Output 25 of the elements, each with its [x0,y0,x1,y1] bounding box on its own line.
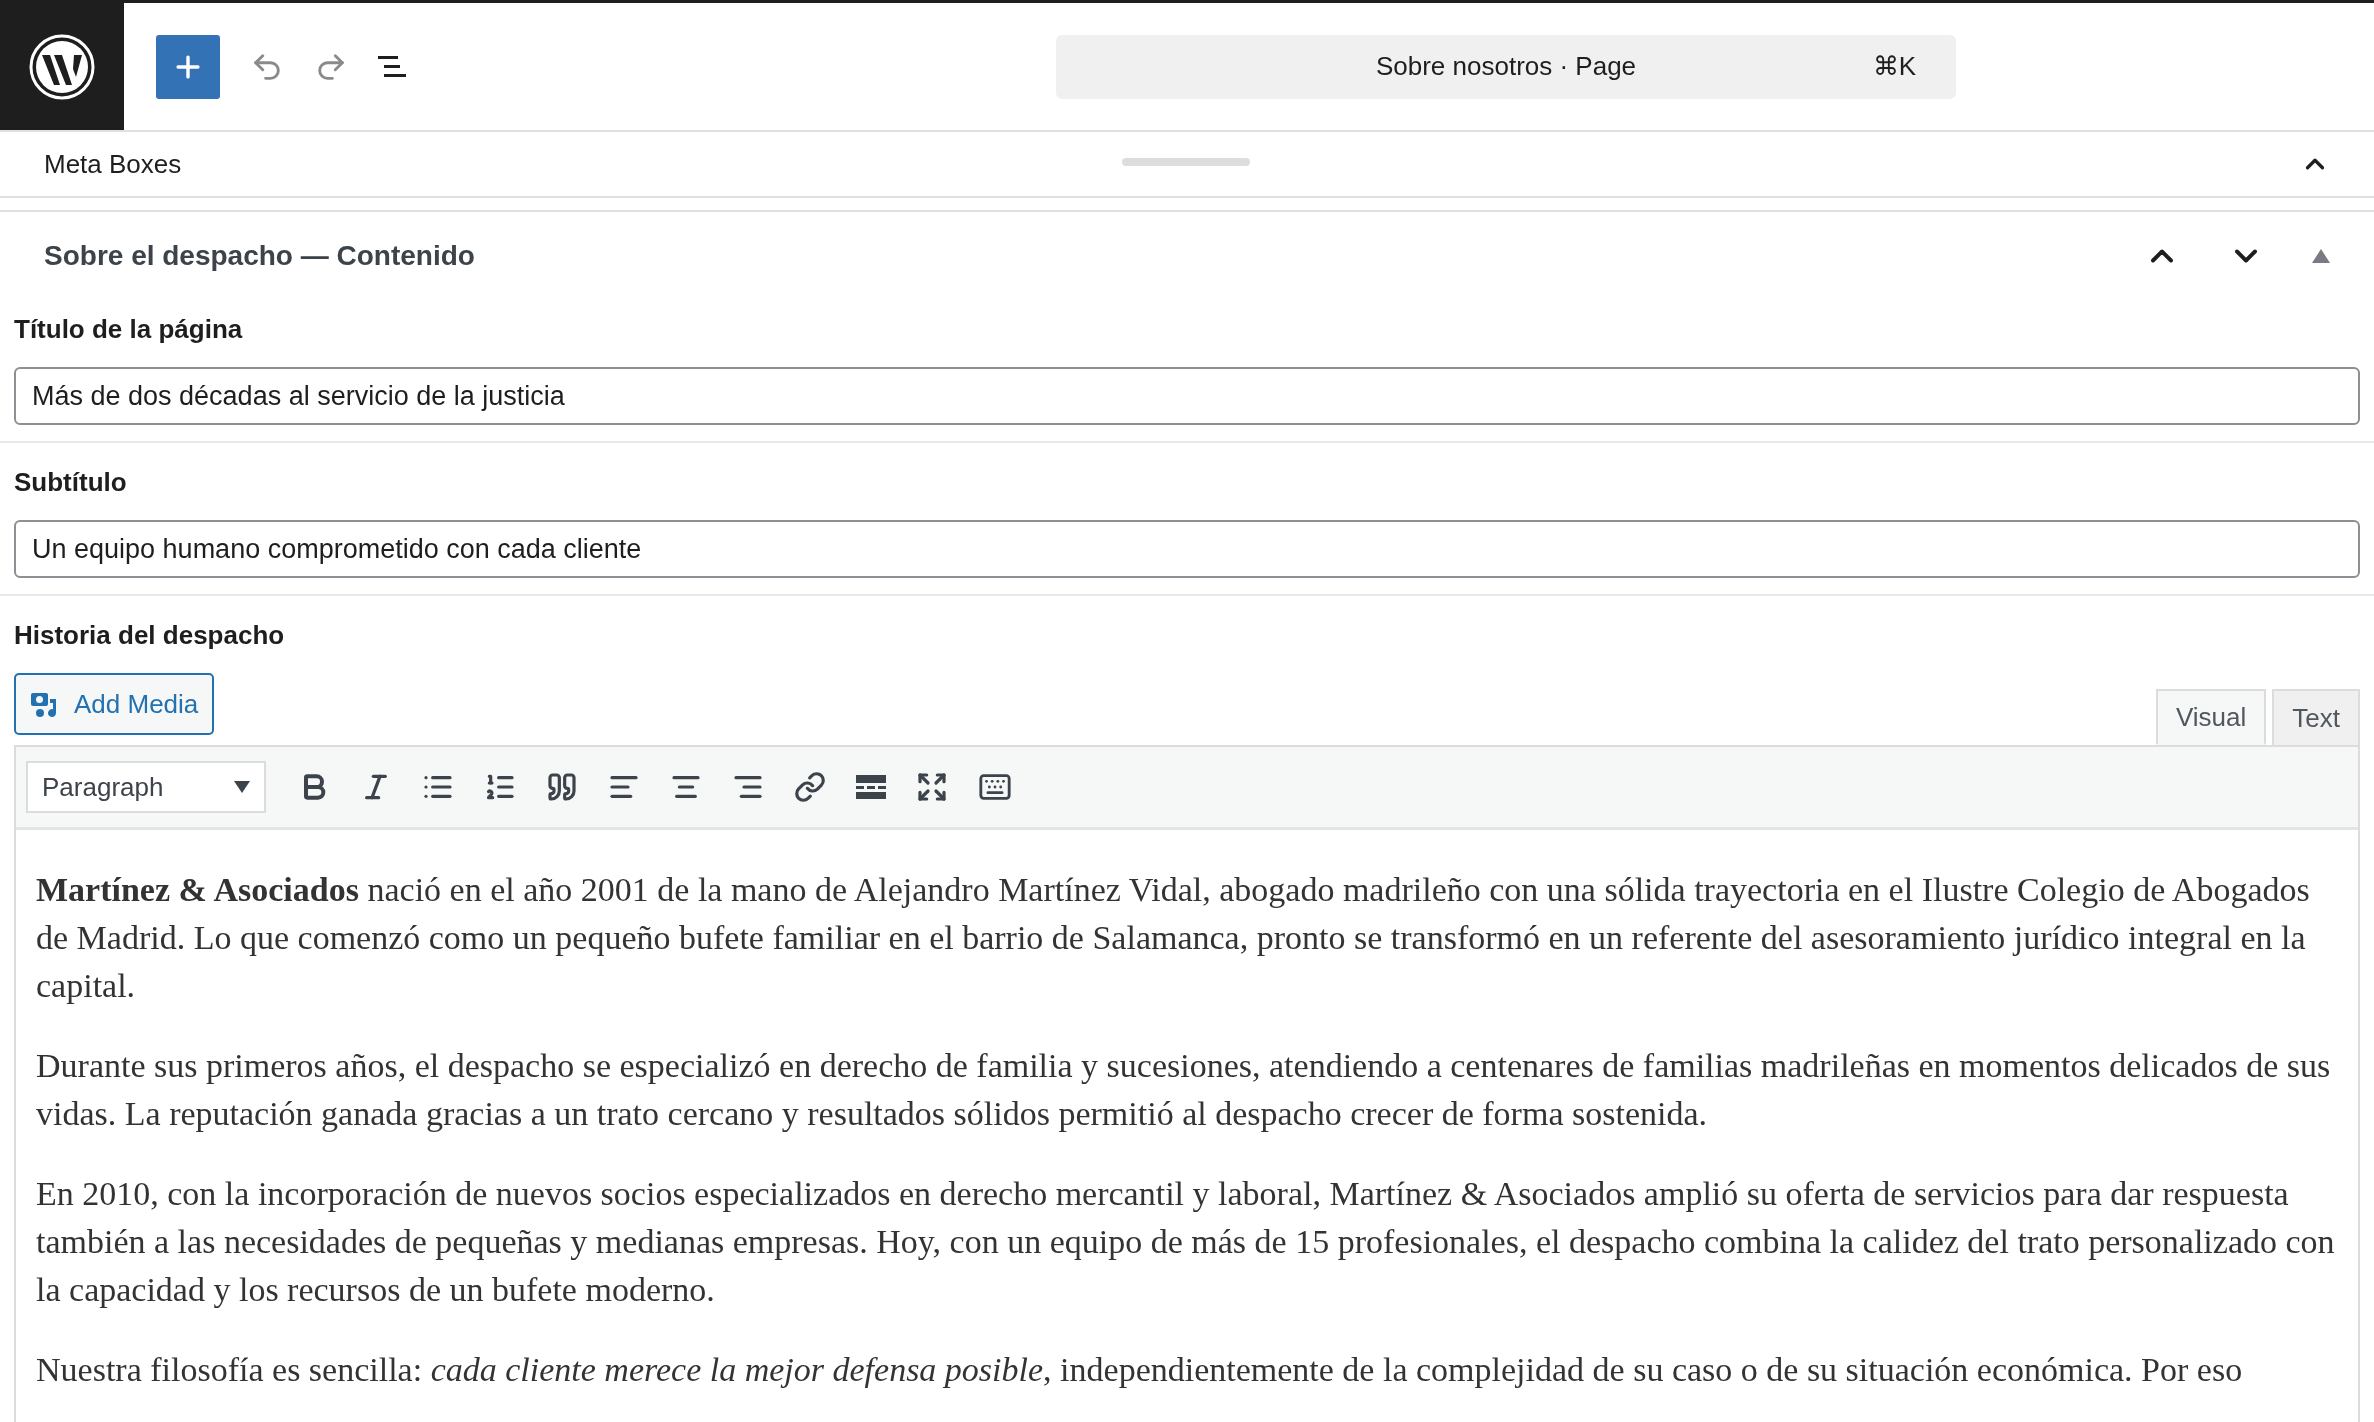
triangle-icon[interactable] [2312,249,2330,263]
command-bar[interactable]: Sobre nosotros · Page ⌘K [1056,34,1956,99]
field-label: Historia del despacho [14,620,286,651]
logo-icon[interactable] [28,32,96,101]
add-block-button[interactable] [156,34,220,99]
text-input[interactable]: Más de dos décadas al servicio de la justicia [14,367,2360,425]
meta-boxes-label: Meta Boxes [44,148,182,180]
body-paragraph: Durante sus primeros años, el despacho se especializó en derecho de familia y sucesiones, atendiendo a centenares de familias madrileñas en momentos delicados de sus vidas. La reputación ganada gracias a un trato cercano y resultados sólidos permitió al despacho crecer de forma sostenida. [36,1046,2332,1134]
text-input[interactable]: Un equipo humano comprometido con cada cliente [14,520,2360,578]
field-label: Título de la página [14,314,244,345]
dropdown-icon [234,781,250,793]
format-select[interactable]: Paragraph [26,761,266,813]
body-paragraph: Nuestra filosofía es sencilla: cada cliente merece la mejor defensa posible, independientemente de la complejidad de su caso o de su situación económica. Por eso [36,1350,2244,1390]
editor-tab[interactable]: Visual [2155,689,2267,745]
resize-handle[interactable] [1122,158,1250,166]
shortcut-hint: ⌘K [1872,51,1916,82]
body-paragraph: En 2010, con la incorporación de nuevos socios especializados en derecho mercantil y laboral, Martínez & Asociados amplió su oferta de servicios para dar respuesta también a las necesidades de pequeñas y medianas empresas. Hoy, con un equipo de más de 15 profesionales, el despacho combina la calidez del trato personalizado con la capacidad y los recursos de un bufete moderno. [36,1174,2336,1310]
field-label: Subtítulo [14,467,128,498]
document-title: Sobre nosotros · Page [1375,51,1637,82]
add-media-button[interactable]: Add Media [14,673,215,735]
editor-tab[interactable]: Text [2272,689,2360,745]
body-paragraph: Martínez & Asociados nació en el año 2001 de la mano de Alejandro Martínez Vidal, abogado madrileño con una sólida trayectoria en el Ilustre Colegio de Abogados de Madrid. Lo que comenzó como un pequeño bufete familiar en el barrio de Salamanca, pronto se transformó en un referente del asesoramiento jurídico integral en la capital. [36,870,2311,1006]
list-view-icon[interactable] [378,55,406,78]
logo-tile[interactable] [0,3,124,130]
panel-title: Sobre el despacho — Contenido [44,240,476,272]
